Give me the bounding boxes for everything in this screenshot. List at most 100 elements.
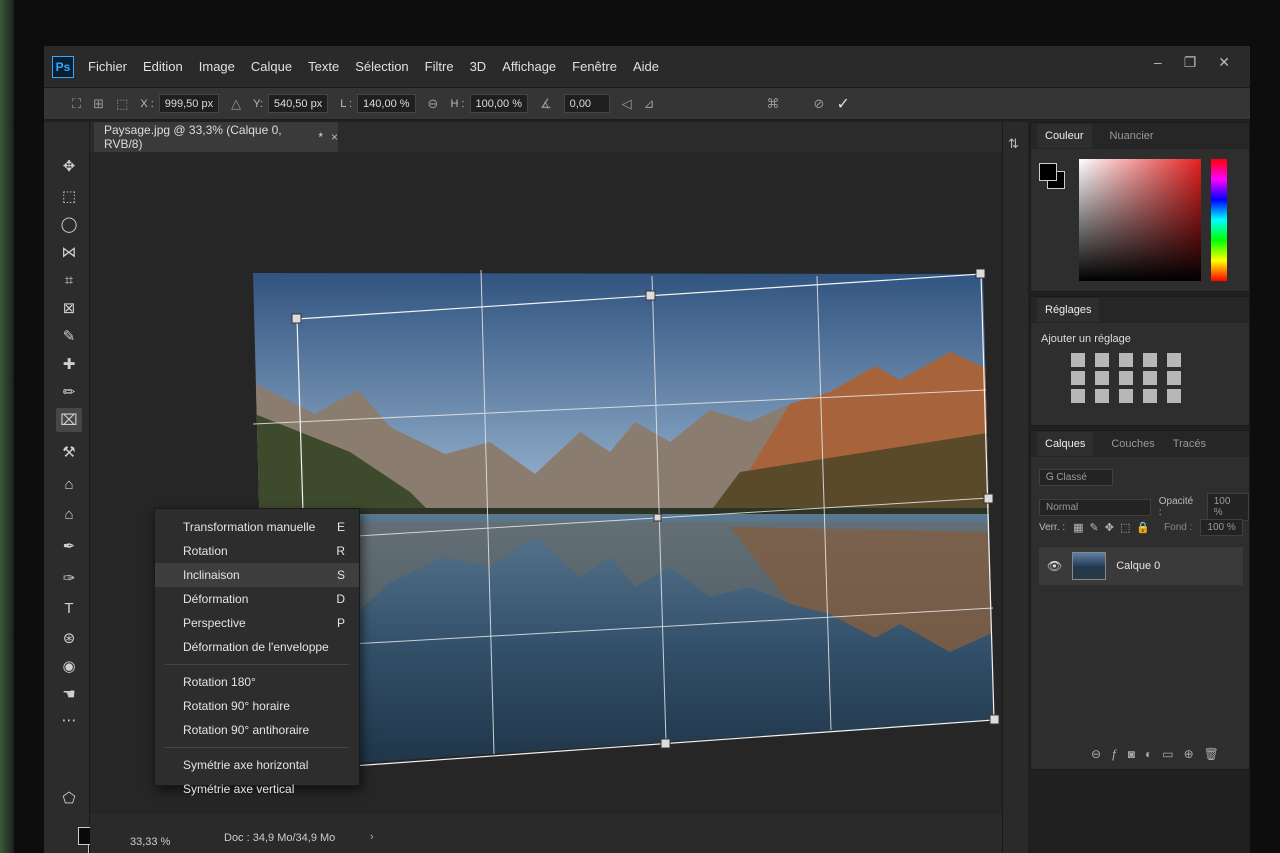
ctx-item-transformation-manuelle[interactable]: Transformation manuelle E (155, 515, 359, 539)
layer-row-calque-0[interactable]: 👁 Calque 0 (1039, 547, 1243, 585)
channel-mixer-icon[interactable] (1167, 371, 1181, 385)
ctx-item-inclinaison[interactable]: Inclinaison S (155, 563, 359, 587)
cancel-transform-icon[interactable]: ⊘ (814, 96, 825, 112)
color-foreground-swatch[interactable] (1039, 163, 1057, 181)
delta-icon[interactable]: △ (231, 96, 241, 112)
transform-reference-icon[interactable]: ⛶ (72, 96, 81, 112)
adjustment-layer-icon[interactable]: ◐ (1145, 747, 1162, 761)
ctx-item-symetrie-vertical[interactable]: Symétrie axe vertical (155, 777, 359, 801)
ctx-item-rotation-90-antihoraire[interactable]: Rotation 90° antihoraire (155, 718, 359, 742)
menu-aide[interactable]: Aide (633, 59, 659, 74)
hand-tool-icon[interactable]: ☚ (56, 682, 82, 706)
quick-selection-tool-icon[interactable]: ⋈ (56, 240, 82, 264)
ctx-item-deformation-enveloppe[interactable]: Déformation de l'enveloppe (155, 635, 359, 659)
warp-mode-icon[interactable]: ⌘ (767, 96, 780, 112)
gradient-tool-icon[interactable]: ✒ (56, 534, 82, 558)
layer-filter-select[interactable]: Ꮐ Classé (1039, 469, 1113, 486)
hue-saturation-icon[interactable] (1071, 371, 1085, 385)
fx-icon[interactable]: ƒ (1111, 747, 1128, 761)
tab-reglages[interactable]: Réglages (1037, 298, 1100, 322)
reference-point-icon[interactable]: ⊞ (93, 96, 104, 112)
tab-paysage[interactable]: Paysage.jpg @ 33,3% (Calque 0, RVB/8) * … (94, 122, 338, 152)
status-menu-arrow-icon[interactable]: › (370, 831, 374, 843)
history-brush-tool-icon[interactable]: ⌂ (56, 472, 82, 496)
menu-image[interactable]: Image (199, 59, 235, 74)
posterize-icon[interactable] (1095, 389, 1109, 403)
hue-slider[interactable] (1211, 159, 1227, 281)
canvas-area[interactable]: Transformation manuelle E Rotation R Inc… (90, 152, 1002, 814)
healing-tool-icon[interactable]: ✚ (56, 352, 82, 376)
ctx-item-rotation-90-horaire[interactable]: Rotation 90° horaire (155, 694, 359, 718)
y-input[interactable]: 540,50 px (267, 94, 329, 113)
visibility-eye-icon[interactable]: 👁 (1047, 559, 1062, 573)
zoom-tool-icon[interactable]: ⋯ (56, 708, 82, 732)
menu-affichage[interactable]: Affichage (502, 59, 556, 74)
link-ratio-icon[interactable]: ⊖ (428, 96, 439, 112)
history-panel-icon[interactable]: ⇅ (1008, 136, 1019, 152)
frame-tool-icon[interactable]: ⊠ (56, 296, 82, 320)
brightness-icon[interactable] (1071, 353, 1085, 367)
path-selection-tool-icon[interactable]: ⊛ (56, 626, 82, 650)
levels-icon[interactable] (1095, 353, 1109, 367)
blend-mode-select[interactable]: Normal (1039, 498, 1151, 516)
menu-edition[interactable]: Edition (143, 59, 183, 74)
color-picker-field[interactable] (1079, 159, 1201, 281)
height-input[interactable]: 100,00 % (469, 94, 528, 113)
tab-couleur[interactable]: Couleur (1037, 124, 1092, 148)
transform-tool-icon[interactable]: ⌧ (56, 408, 82, 432)
menu-3d[interactable]: 3D (470, 59, 487, 74)
group-icon[interactable]: ▭ (1162, 747, 1183, 761)
reference-toggle-icon[interactable]: ⬚ (116, 96, 128, 112)
eyedropper-tool-icon[interactable]: ✎ (56, 324, 82, 348)
zoom-level[interactable]: 33,33 % (130, 836, 170, 848)
link-layers-icon[interactable]: ⊖ (1091, 747, 1111, 761)
exposure-icon[interactable] (1143, 353, 1157, 367)
photo-filter-icon[interactable] (1143, 371, 1157, 385)
angle-input[interactable]: 0,00 (563, 94, 610, 113)
crop-tool-icon[interactable]: ⌗ (56, 268, 82, 292)
clone-stamp-tool-icon[interactable]: ⚒ (56, 440, 82, 464)
lock-icons[interactable]: ▦✎✥⬚🔒 (1073, 521, 1156, 534)
shape-tool-icon[interactable]: ◉ (56, 654, 82, 678)
close-window-icon[interactable]: ✕ (1218, 54, 1230, 71)
black-white-icon[interactable] (1119, 371, 1133, 385)
ctx-item-rotation-180[interactable]: Rotation 180° (155, 670, 359, 694)
tab-traces[interactable]: Tracés (1173, 438, 1206, 450)
selective-color-icon[interactable] (1167, 389, 1181, 403)
opacity-input[interactable]: 100 % (1206, 493, 1249, 521)
tab-calques[interactable]: Calques (1037, 432, 1094, 456)
ctx-item-symetrie-horizontal[interactable]: Symétrie axe horizontal (155, 753, 359, 777)
close-tab-icon[interactable]: × (331, 130, 338, 144)
quick-mask-icon[interactable]: ⬠ (56, 786, 82, 810)
threshold-icon[interactable] (1119, 389, 1133, 403)
tab-nuancier[interactable]: Nuancier (1110, 130, 1154, 142)
lasso-tool-icon[interactable]: ◯ (56, 212, 82, 236)
eraser-tool-icon[interactable]: ⌂ (56, 502, 82, 526)
menu-filtre[interactable]: Filtre (425, 59, 454, 74)
type-tool-icon[interactable]: T (56, 596, 82, 620)
minimize-icon[interactable]: – (1154, 54, 1162, 71)
new-layer-icon[interactable]: ⊕ (1184, 747, 1204, 761)
pen-tool-icon[interactable]: ✑ (56, 566, 82, 590)
menu-fenetre[interactable]: Fenêtre (572, 59, 617, 74)
brush-tool-icon[interactable]: ✏ (56, 380, 82, 404)
marquee-tool-icon[interactable]: ⬚ (56, 184, 82, 208)
move-tool-icon[interactable]: ✥ (56, 154, 82, 178)
vibrance-icon[interactable] (1167, 353, 1181, 367)
skew-v-icon[interactable]: ⊿ (644, 96, 655, 112)
x-input[interactable]: 999,50 px (158, 94, 220, 113)
invert-icon[interactable] (1071, 389, 1085, 403)
menu-texte[interactable]: Texte (308, 59, 339, 74)
commit-transform-icon[interactable]: ✓ (836, 94, 849, 114)
curves-icon[interactable] (1119, 353, 1133, 367)
ctx-item-rotation[interactable]: Rotation R (155, 539, 359, 563)
menu-fichier[interactable]: Fichier (88, 59, 127, 74)
menu-selection[interactable]: Sélection (355, 59, 408, 74)
delete-layer-icon[interactable]: 🗑 (1204, 747, 1229, 761)
width-input[interactable]: 140,00 % (357, 94, 416, 113)
restore-icon[interactable]: ❐ (1184, 54, 1197, 71)
color-balance-icon[interactable] (1095, 371, 1109, 385)
ctx-item-deformation[interactable]: Déformation D (155, 587, 359, 611)
gradient-map-icon[interactable] (1143, 389, 1157, 403)
mask-icon[interactable]: ◙ (1128, 747, 1145, 761)
